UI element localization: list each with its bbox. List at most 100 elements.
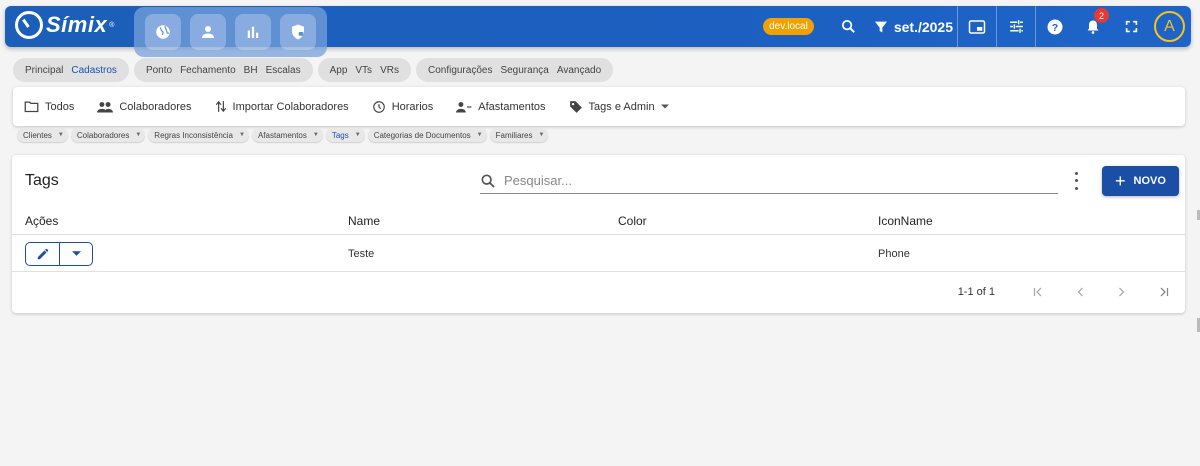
pagination: 1-1 of 1 bbox=[958, 272, 1185, 312]
security-module-button[interactable] bbox=[280, 14, 317, 50]
app-name: Símix bbox=[46, 12, 108, 37]
more-vert-dot bbox=[1074, 179, 1078, 183]
folder-icon bbox=[24, 101, 39, 113]
bar-chart-icon bbox=[247, 26, 259, 38]
nav-item-vrs[interactable]: VRs bbox=[380, 65, 399, 76]
caret-down-icon: ▼ bbox=[57, 132, 64, 138]
help-button[interactable]: ? bbox=[1036, 6, 1074, 47]
nav-item-bh[interactable]: BH bbox=[244, 65, 258, 76]
search-input[interactable] bbox=[504, 173, 1044, 188]
submenu-label: Importar Colaboradores bbox=[232, 100, 349, 113]
section-tab-tags[interactable]: Tags ▼ bbox=[325, 128, 365, 142]
submenu-importar-colaboradores[interactable]: Importar Colaboradores bbox=[215, 100, 349, 113]
section-tab-regras-inconsistencia[interactable]: Regras Inconsistência ▼ bbox=[148, 128, 249, 142]
search-field bbox=[480, 168, 1058, 194]
nav-item-seguranca[interactable]: Segurança bbox=[500, 65, 548, 76]
tune-icon bbox=[1009, 20, 1023, 33]
row-action-group bbox=[25, 241, 93, 266]
globe-module-button[interactable] bbox=[144, 14, 181, 50]
table-header: Ações Name Color IconName bbox=[12, 207, 1185, 235]
nav-group-config: Configurações Segurança Avançado bbox=[415, 58, 614, 82]
column-header-acoes[interactable]: Ações bbox=[25, 207, 58, 234]
caret-down-icon: ▼ bbox=[312, 132, 319, 138]
cadastros-submenu: Todos Colaboradores Importar Colaborador… bbox=[13, 87, 1185, 126]
module-switcher bbox=[134, 7, 327, 57]
nav-item-escalas[interactable]: Escalas bbox=[266, 65, 301, 76]
fullscreen-button[interactable] bbox=[1112, 6, 1150, 47]
caret-down-icon: ▼ bbox=[239, 132, 245, 138]
shield-lock-icon bbox=[292, 24, 305, 40]
previous-page-button[interactable] bbox=[1059, 286, 1101, 298]
section-tab-label: Tags bbox=[331, 130, 349, 140]
environment-badge: dev.local bbox=[763, 18, 814, 35]
more-options-button[interactable] bbox=[1071, 170, 1081, 192]
table-row: Teste Phone bbox=[12, 236, 1185, 272]
nav-groups: Principal Cadastros Ponto Fechamento BH … bbox=[13, 58, 614, 82]
nav-item-app[interactable]: App bbox=[330, 65, 348, 76]
person-remove-icon bbox=[456, 101, 472, 113]
column-header-color[interactable]: Color bbox=[618, 207, 647, 234]
submenu-horarios[interactable]: Horarios bbox=[372, 100, 434, 114]
notifications-button[interactable]: 2 bbox=[1074, 6, 1112, 47]
plus-icon: + bbox=[1115, 171, 1126, 191]
section-tab-label: Regras Inconsistência bbox=[154, 130, 234, 140]
submenu-label: Tags e Admin bbox=[588, 100, 655, 113]
app-logo[interactable]: Símix ® bbox=[15, 11, 114, 39]
user-avatar[interactable]: A bbox=[1154, 11, 1185, 42]
nav-item-avancado[interactable]: Avançado bbox=[557, 65, 601, 76]
first-page-icon bbox=[1033, 287, 1042, 297]
submenu-label: Horarios bbox=[391, 100, 434, 113]
submenu-tags-admin[interactable]: Tags e Admin bbox=[569, 100, 669, 114]
nav-item-fechamento[interactable]: Fechamento bbox=[180, 65, 236, 76]
cell-name: Teste bbox=[348, 247, 375, 260]
more-vert-dot bbox=[1074, 186, 1078, 190]
edit-button[interactable] bbox=[26, 242, 60, 265]
section-tab-colaboradores[interactable]: Colaboradores ▼ bbox=[70, 128, 146, 142]
settings-sliders-button[interactable] bbox=[997, 6, 1035, 47]
nav-item-configuracoes[interactable]: Configurações bbox=[428, 65, 492, 76]
submenu-label: Todos bbox=[45, 100, 75, 113]
section-tab-label: Clientes bbox=[23, 130, 52, 140]
caret-down-icon bbox=[660, 104, 669, 109]
nav-group-ponto: Ponto Fechamento BH Escalas bbox=[133, 58, 313, 82]
column-header-iconname[interactable]: IconName bbox=[878, 207, 933, 234]
section-tab-clientes[interactable]: Clientes ▼ bbox=[17, 128, 68, 142]
submenu-afastamentos[interactable]: Afastamentos bbox=[456, 100, 546, 113]
section-tab-afastamentos[interactable]: Afastamentos ▼ bbox=[251, 128, 323, 142]
first-page-button[interactable] bbox=[1017, 286, 1059, 298]
chevron-left-icon bbox=[1077, 287, 1083, 297]
section-tab-familiares[interactable]: Familiares ▼ bbox=[489, 128, 549, 142]
chart-module-button[interactable] bbox=[235, 14, 272, 50]
person-module-button[interactable] bbox=[189, 14, 226, 50]
globe-icon bbox=[155, 25, 170, 39]
nav-item-vts[interactable]: VTs bbox=[355, 65, 372, 76]
row-menu-dropdown[interactable] bbox=[60, 243, 92, 265]
submenu-label: Afastamentos bbox=[478, 100, 546, 113]
caret-down-icon: ▼ bbox=[476, 132, 483, 138]
column-header-name[interactable]: Name bbox=[348, 207, 380, 234]
filter-button[interactable] bbox=[868, 6, 894, 47]
new-tag-button[interactable]: + NOVO bbox=[1102, 166, 1179, 196]
nav-item-principal[interactable]: Principal bbox=[25, 65, 63, 76]
period-selector[interactable]: set./2025 bbox=[894, 19, 953, 35]
nav-group-app: App VTs VRs bbox=[317, 58, 411, 82]
top-bar: Símix ® dev.local set./2025 ? 2 A bbox=[5, 6, 1191, 57]
submenu-colaboradores[interactable]: Colaboradores bbox=[97, 101, 192, 113]
nav-item-cadastros[interactable]: Cadastros bbox=[71, 65, 117, 76]
pagination-range: 1-1 of 1 bbox=[957, 286, 995, 298]
pencil-icon bbox=[37, 248, 48, 259]
top-bar-actions: dev.local set./2025 ? 2 A bbox=[763, 6, 1191, 47]
submenu-todos[interactable]: Todos bbox=[24, 100, 74, 113]
nav-item-ponto[interactable]: Ponto bbox=[146, 65, 172, 76]
search-button[interactable] bbox=[830, 6, 868, 47]
search-icon bbox=[842, 19, 856, 33]
clock-logo-icon bbox=[15, 11, 43, 39]
last-page-button[interactable] bbox=[1143, 286, 1185, 298]
notification-count-badge: 2 bbox=[1094, 8, 1109, 23]
picture-in-picture-icon bbox=[968, 19, 986, 34]
fullscreen-icon bbox=[1125, 20, 1137, 33]
picture-in-picture-button[interactable] bbox=[958, 6, 996, 47]
next-page-button[interactable] bbox=[1101, 286, 1143, 298]
section-tab-categorias-documentos[interactable]: Categorias de Documentos ▼ bbox=[367, 128, 487, 142]
filter-icon bbox=[874, 21, 887, 32]
